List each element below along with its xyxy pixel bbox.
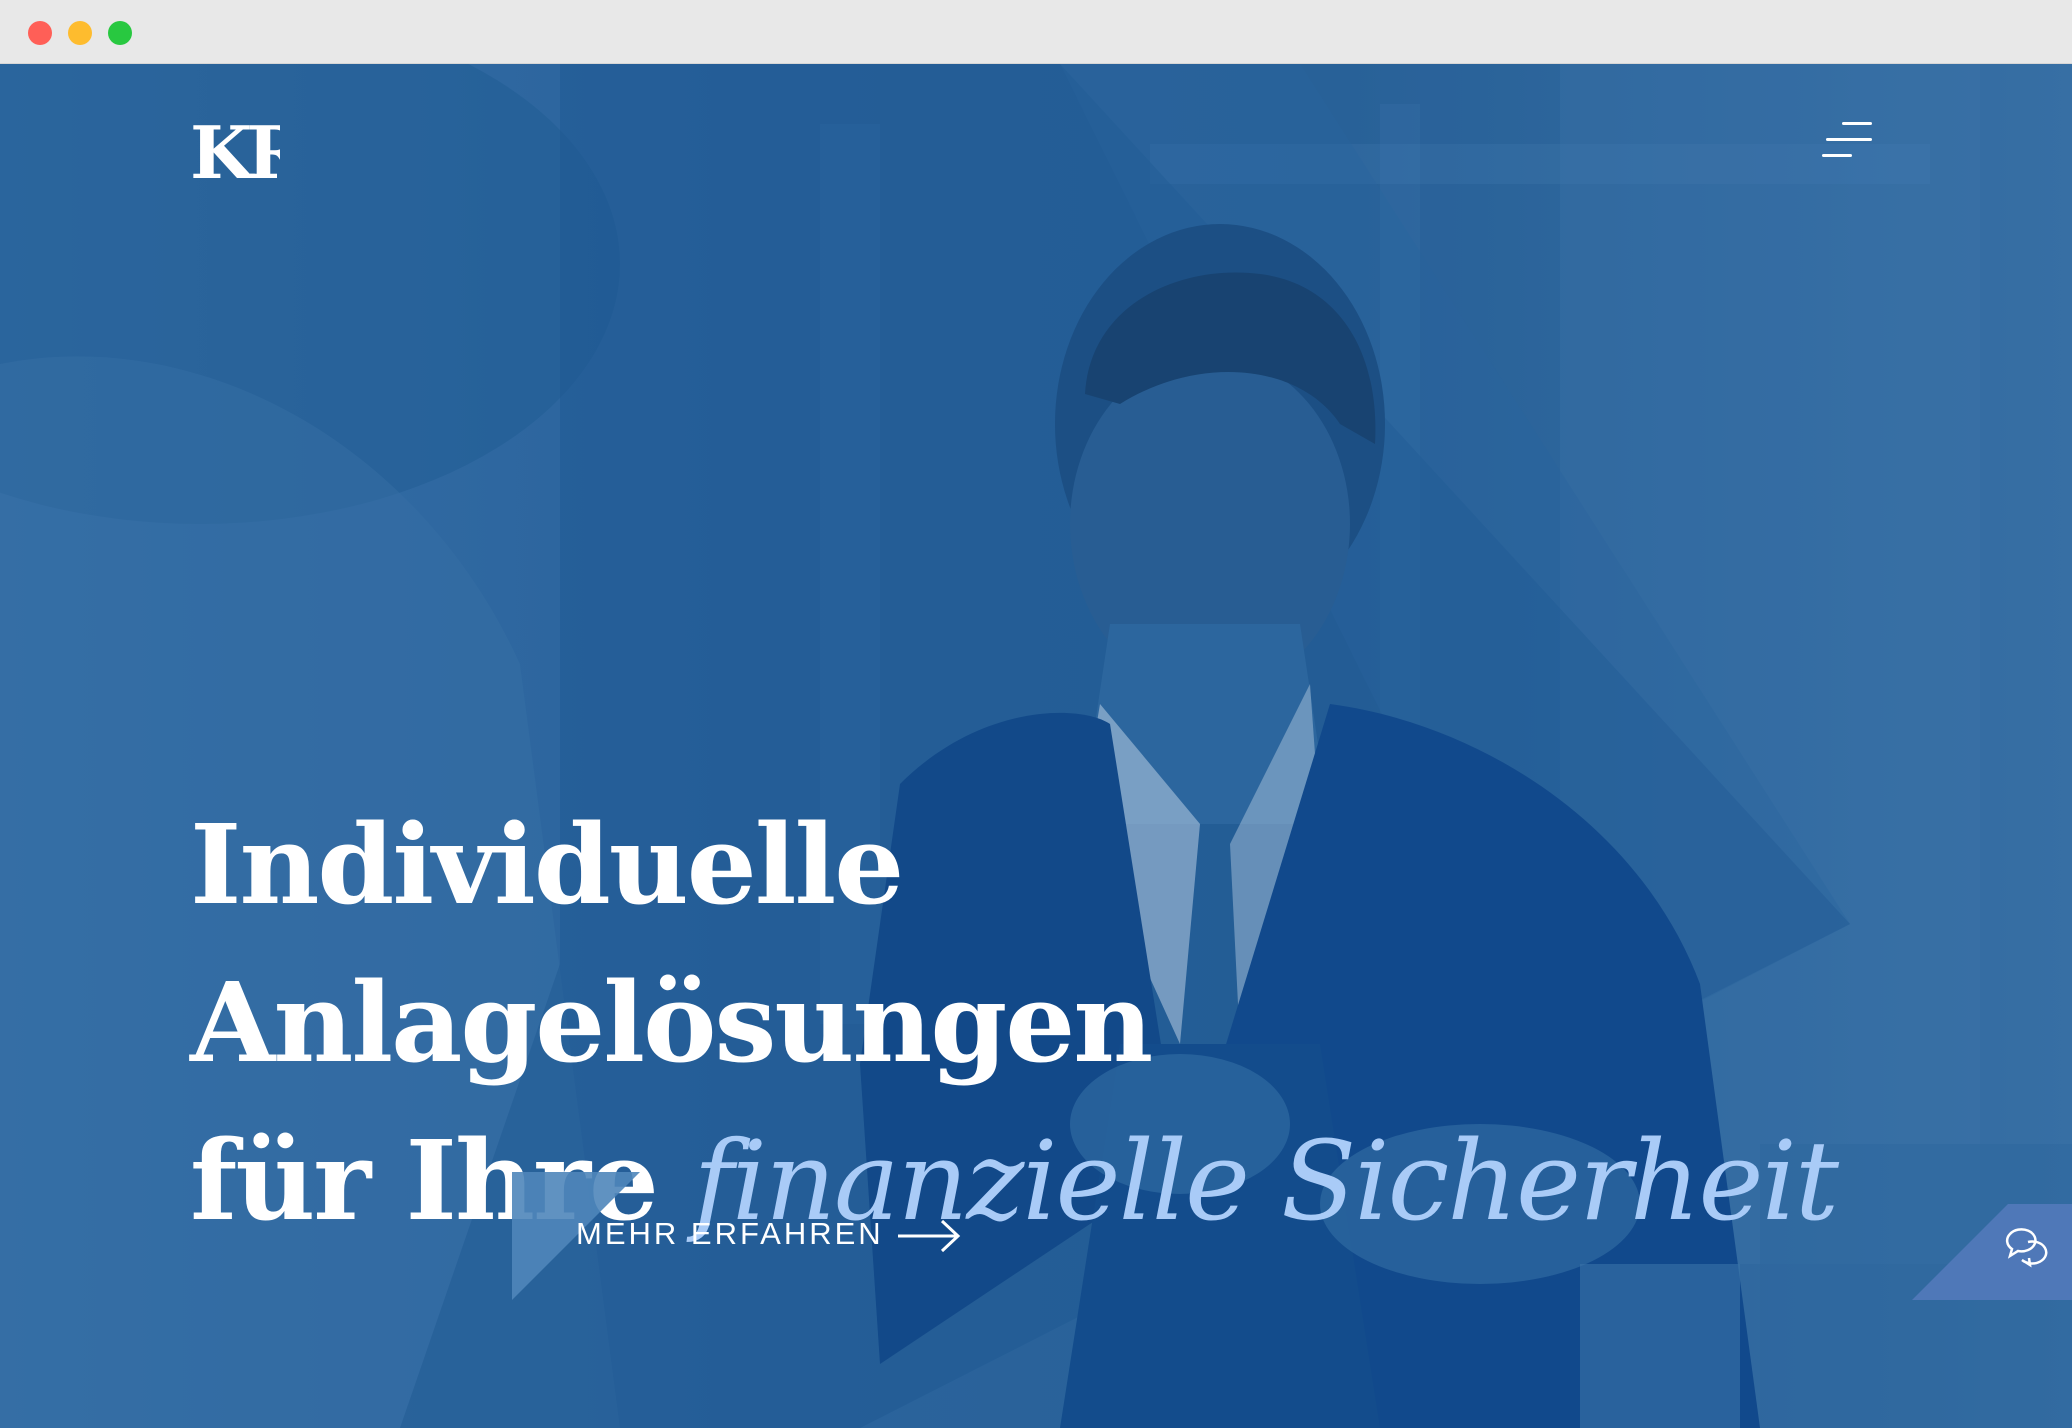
maximize-window-button[interactable] xyxy=(108,21,132,45)
menu-icon-line xyxy=(1826,138,1872,141)
cta-label: MEHR ERFAHREN xyxy=(576,1216,884,1251)
browser-titlebar xyxy=(0,0,2072,64)
kr-logo[interactable]: KR xyxy=(190,112,280,192)
minimize-window-button[interactable] xyxy=(68,21,92,45)
close-window-button[interactable] xyxy=(28,21,52,45)
arrow-right-icon xyxy=(898,1219,961,1253)
headline-line1: Individuelle Anlagelösungen xyxy=(190,800,1153,1087)
hero-headline: Individuelle Anlagelösungen für Ihre fin… xyxy=(190,786,1890,1260)
browser-window: KR Individuelle Anlagelösungen für Ihre … xyxy=(0,0,2072,1428)
mehr-erfahren-button[interactable]: MEHR ERFAHREN xyxy=(512,1172,992,1300)
menu-button[interactable] xyxy=(1822,120,1872,170)
chat-button[interactable] xyxy=(1912,1204,2072,1300)
logo-text: KR xyxy=(190,112,280,192)
menu-icon xyxy=(1842,122,1872,125)
hero-section: KR Individuelle Anlagelösungen für Ihre … xyxy=(0,64,2072,1428)
menu-icon-line xyxy=(1822,154,1852,157)
